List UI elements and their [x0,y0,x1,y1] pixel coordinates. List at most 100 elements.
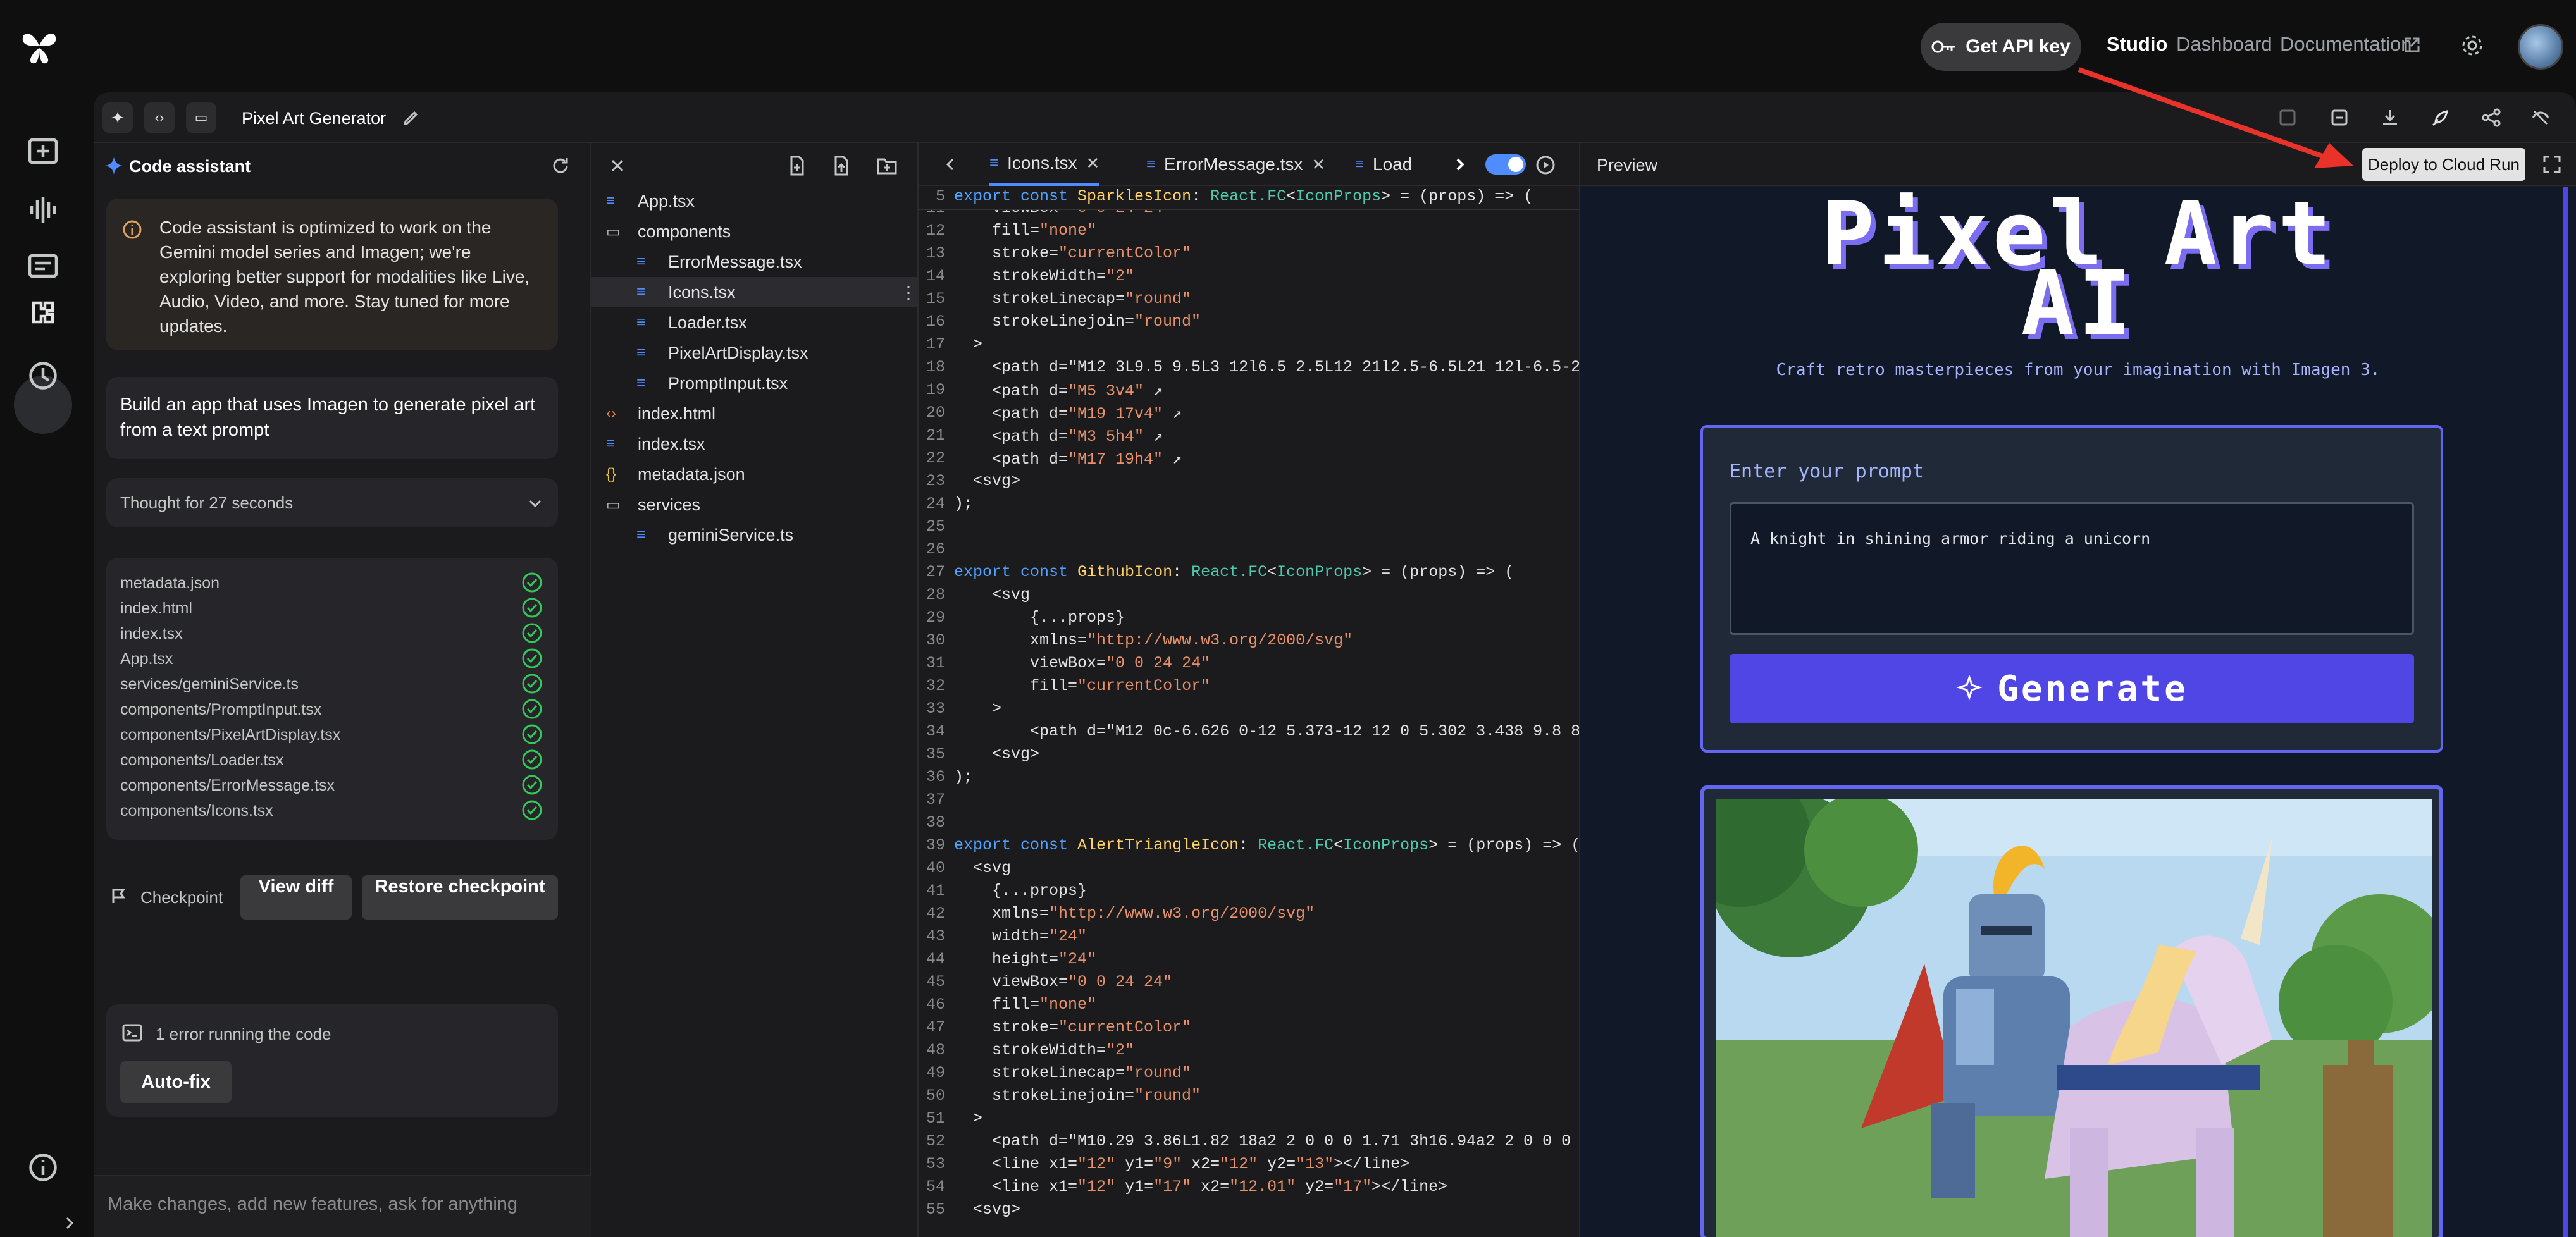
stream-chat-icon[interactable] [24,248,62,286]
check-circle-icon [522,648,542,668]
tree-file[interactable]: ‹› index.html [591,398,919,429]
run-icon[interactable] [1535,154,1556,176]
check-circle-icon [522,572,542,593]
tree-folder[interactable]: ▭ components [591,216,919,247]
device-mode-button[interactable]: ▭ [186,102,216,133]
nav-dashboard[interactable]: Dashboard [2176,33,2272,56]
tree-file[interactable]: ≡ PixelArtDisplay.tsx [591,338,919,368]
tsx-file-icon: ≡ [636,253,646,270]
line-number: 5 [935,187,945,206]
line-code: strokeLinejoin="round" [954,312,1201,331]
refresh-icon[interactable] [549,154,572,177]
line-code: <svg [954,859,1012,877]
app-title-line2: AI [2021,252,2136,355]
check-circle-icon [522,749,542,770]
edit-pencil-icon[interactable] [400,106,423,129]
code-line: 30 xmlns="http://www.w3.org/2000/svg" [919,631,1353,654]
generated-file-item: services/geminiService.ts [120,673,544,696]
chevron-left-icon[interactable] [941,156,959,173]
autosave-toggle[interactable] [1485,154,1526,175]
line-number: 12 [926,221,945,240]
expand-rail-icon[interactable] [59,1213,80,1233]
line-number: 39 [926,836,945,854]
code-mode-button[interactable]: ‹› [144,102,175,133]
tab-loader-tsx[interactable]: ≡ Loader [1355,143,1413,186]
assistant-input[interactable]: Make changes, add new features, ask for … [108,1194,517,1215]
tree-file[interactable]: ≡ PromptInput.tsx [591,368,919,398]
tab-close-icon[interactable]: ✕ [1086,154,1100,173]
view-diff-button[interactable]: View diff [240,875,352,920]
download-icon[interactable] [2379,106,2401,129]
tab-close-icon[interactable]: ✕ [1311,155,1325,175]
line-code: strokeLinecap="round" [954,1064,1192,1082]
nav-documentation[interactable]: Documentation [2280,33,2412,56]
generate-button[interactable]: Generate [1730,654,2414,723]
check-circle-icon [522,674,542,694]
share-icon[interactable] [2480,106,2503,129]
line-code: <svg> [954,472,1021,490]
app-logo-icon[interactable] [19,27,59,67]
tsx-file-icon: ≡ [1146,156,1156,173]
tree-item-label: index.html [638,403,716,423]
info-icon[interactable] [24,1148,62,1186]
gear-icon[interactable] [2460,33,2485,58]
tree-item-label: Loader.tsx [668,312,747,332]
line-number: 15 [926,290,945,308]
new-folder-icon[interactable] [876,154,898,177]
preview-panel: Preview Deploy to Cloud Run Pixel Art AI… [1580,143,2576,1237]
history-icon[interactable] [24,357,62,395]
new-chat-icon[interactable] [24,134,62,172]
app-subtitle: Craft retro masterpieces from your imagi… [1776,360,2381,379]
tree-folder[interactable]: ▭ services [591,489,919,520]
rocket-deploy-icon[interactable] [2429,106,2452,129]
code-line: 45 viewBox="0 0 24 24" [919,973,1172,995]
chevron-right-icon[interactable] [1451,156,1469,173]
hide-panel-icon[interactable] [2529,106,2552,129]
code-line: 47 stroke="currentColor" [919,1018,1191,1041]
code-line: 46 fill="none" [919,995,1096,1018]
tree-file[interactable]: ≡ Icons.tsx ⋮ [591,277,919,307]
line-number: 31 [926,654,945,672]
upload-file-icon[interactable] [830,154,853,177]
sparkle-icon: ✦ [111,108,125,127]
fullscreen-icon[interactable] [2542,154,2562,175]
tree-file[interactable]: ≡ App.tsx [591,186,919,216]
get-api-key-button[interactable]: Get API key [1921,23,2081,71]
close-icon[interactable] [607,156,628,176]
tab-errormessage-label: ErrorMessage.tsx [1164,154,1303,174]
autofix-button[interactable]: Auto-fix [120,1061,232,1103]
line-code: > [954,1109,983,1128]
tab-errormessage-tsx[interactable]: ≡ ErrorMessage.tsx ✕ [1146,143,1325,186]
tab-icons-tsx[interactable]: ≡ Icons.tsx ✕ [989,143,1100,186]
tree-item-label: Icons.tsx [668,282,736,302]
generated-file-name: components/PromptInput.tsx [120,701,322,718]
tree-file[interactable]: ≡ ErrorMessage.tsx [591,247,919,277]
nav-studio[interactable]: Studio [2107,33,2167,56]
error-card: 1 error running the code Auto-fix [106,1004,558,1117]
line-code: stroke="currentColor" [954,1018,1192,1037]
tree-file[interactable]: ≡ index.tsx [591,429,919,459]
generated-file-name: components/ErrorMessage.tsx [120,777,335,794]
prompt-textarea[interactable]: A knight in shining armor riding a unico… [1730,502,2414,635]
build-apps-icon[interactable] [24,293,62,331]
restore-checkpoint-button[interactable]: Restore checkpoint [362,875,558,920]
line-code: stroke="currentColor" [954,244,1192,262]
line-code: {...props} [954,608,1125,627]
deploy-tooltip-text: Deploy to Cloud Run [2368,154,2520,174]
line-number: 28 [926,586,945,604]
external-link-icon [2405,37,2420,52]
tree-file[interactable]: ≡ geminiService.ts [591,520,919,550]
more-options-icon[interactable]: ⋮ [900,282,917,303]
sparkle-mode-button[interactable]: ✦ [102,102,133,133]
thought-accordion[interactable]: Thought for 27 seconds [106,478,558,527]
avatar[interactable] [2518,24,2563,70]
files-list-card: metadata.json index.html index.tsx App.tsx s… [106,558,558,840]
tree-file[interactable]: ≡ Loader.tsx [591,307,919,338]
code-editor-panel: ≡ Icons.tsx ✕ ≡ ErrorMessage.tsx ✕ ≡ Loa… [919,143,1580,1237]
line-number: 34 [926,722,945,741]
tree-file[interactable]: {} metadata.json [591,459,919,489]
new-file-icon[interactable] [786,154,808,177]
audio-wave-icon[interactable] [24,191,62,229]
gemini-spark-icon [105,157,123,175]
line-number: 50 [926,1086,945,1105]
